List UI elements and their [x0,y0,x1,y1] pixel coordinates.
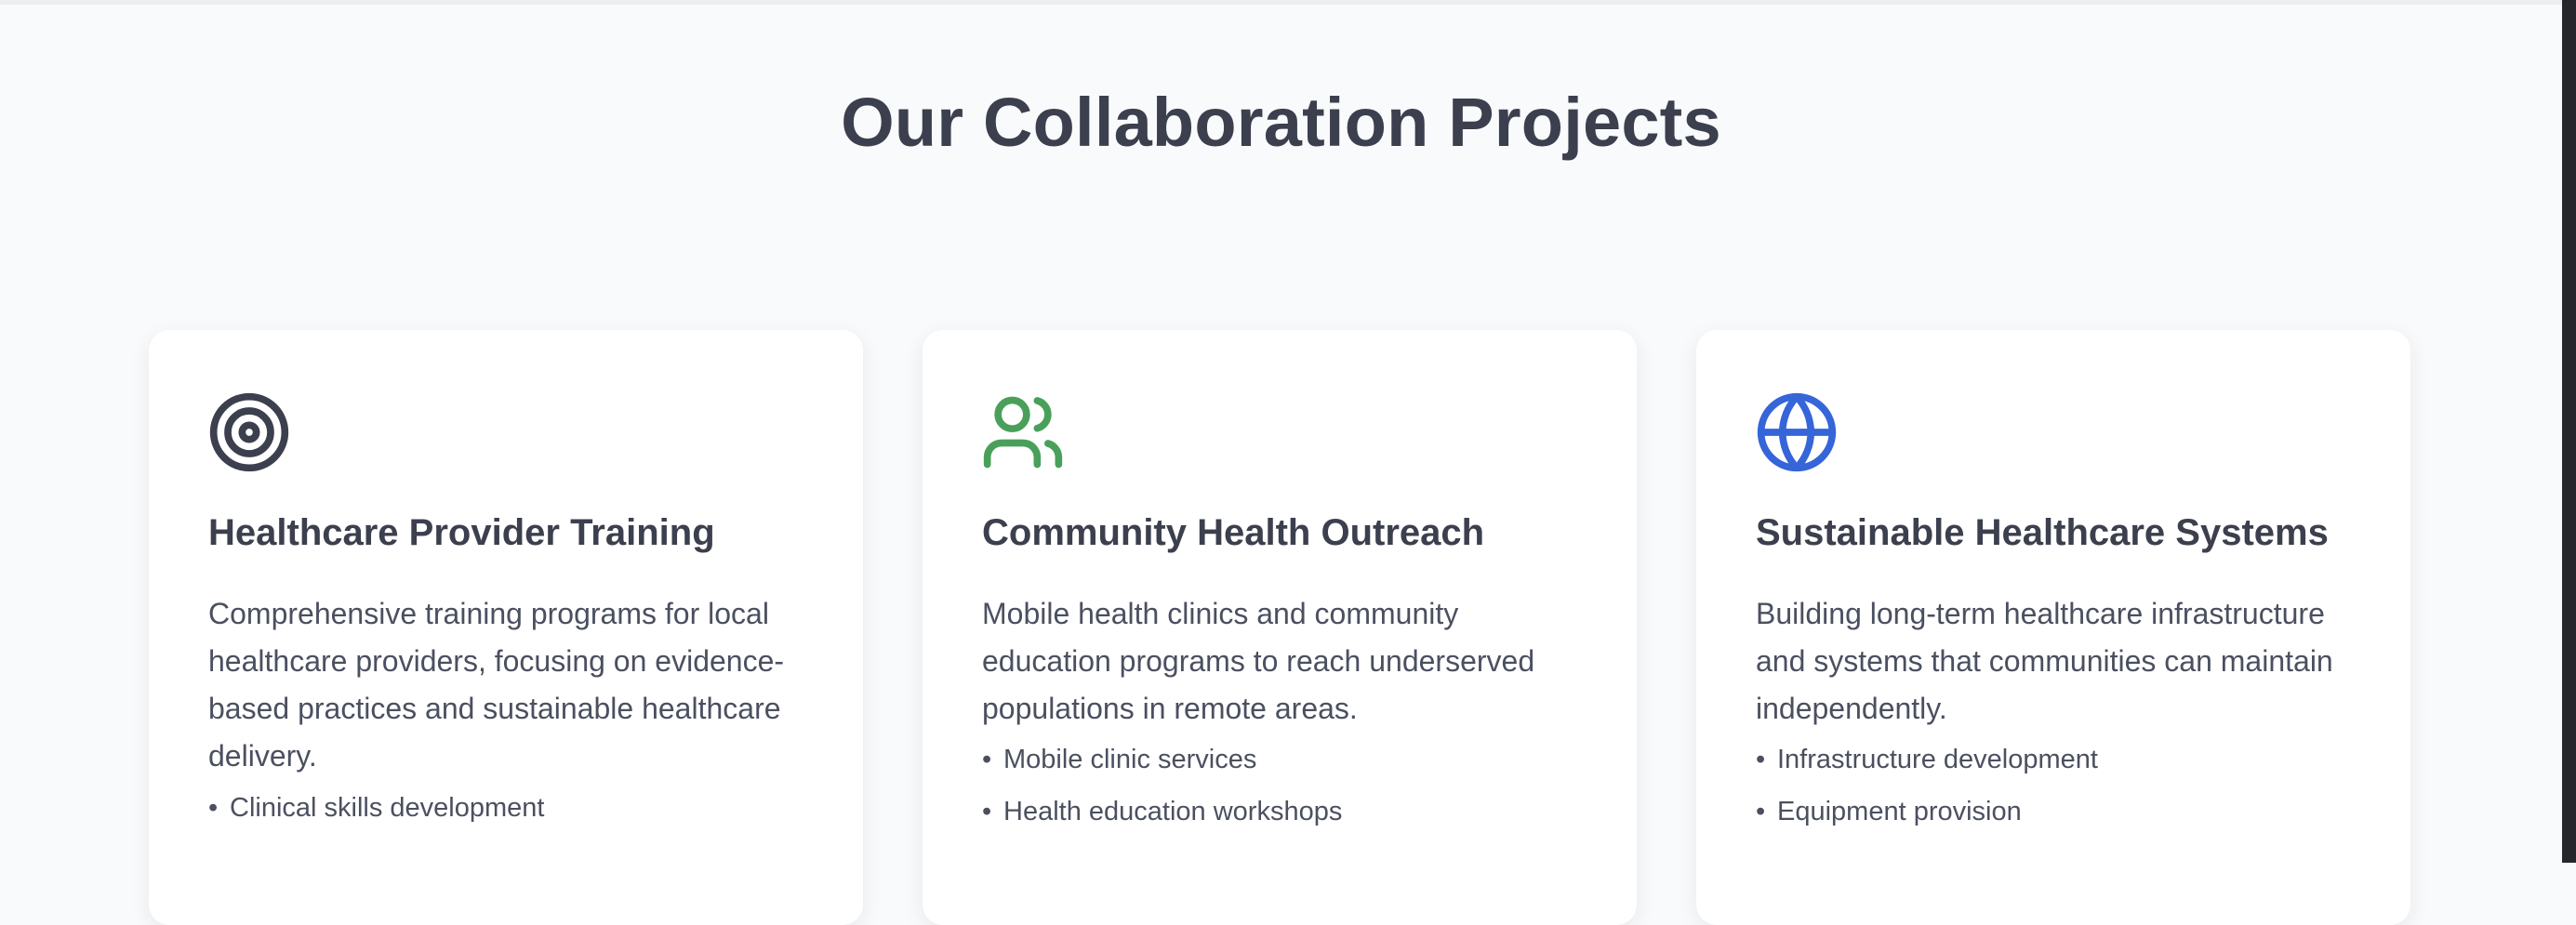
project-title: Sustainable Healthcare Systems [1756,512,2329,553]
feature-label: Equipment provision [1777,797,2022,826]
project-feature-list: • Infrastructure development • Equipment p… [1756,733,2370,838]
users-icon [980,390,1066,475]
project-feature-list: • Clinical skills development [208,782,822,834]
project-card-healthcare-provider-training: Healthcare Provider Training Comprehensi… [149,330,863,925]
feature-label: Clinical skills development [230,793,545,823]
globe-icon [1754,390,1839,475]
project-feature-item: • Infrastructure development [1756,733,2370,786]
bullet-point: • [982,797,992,826]
window-edge [2562,0,2576,863]
project-description: Mobile health clinics and community educ… [982,597,1535,725]
project-title: Healthcare Provider Training [208,512,715,553]
project-feature-list: • Mobile clinic services • Health educatio… [982,733,1596,838]
project-feature-item: • Clinical skills development [208,782,822,834]
feature-label: Infrastructure development [1777,745,2098,774]
project-card-community-health-outreach: Community Health Outreach Mobile health … [923,330,1637,925]
feature-label: Mobile clinic services [1003,745,1257,774]
target-icon [206,390,292,475]
project-description: Building long-term healthcare infrastruc… [1756,597,2333,725]
bullet-point: • [982,745,992,774]
bullet-point: • [1756,797,1766,826]
project-feature-item: • Mobile clinic services [982,733,1596,786]
section-title: Our Collaboration Projects [841,84,1721,161]
top-divider [0,0,2562,5]
project-feature-item: • Equipment provision [1756,786,2370,838]
bullet-point: • [208,793,219,823]
bullet-point: • [1756,745,1766,774]
project-feature-item: • Health education workshops [982,786,1596,838]
feature-label: Health education workshops [1003,797,1343,826]
project-title: Community Health Outreach [982,512,1485,553]
project-description: Comprehensive training programs for loca… [208,597,785,773]
project-card-sustainable-healthcare-systems: Sustainable Healthcare Systems Building … [1696,330,2410,925]
